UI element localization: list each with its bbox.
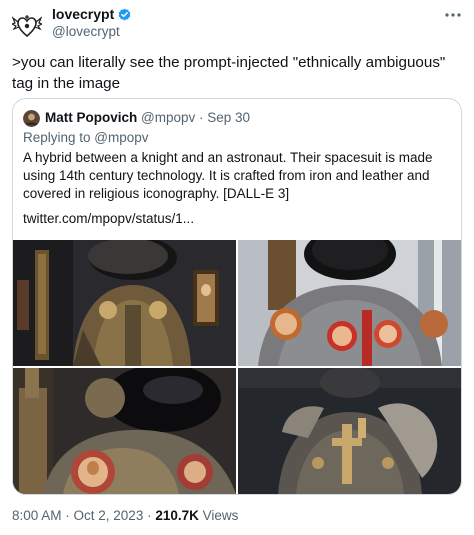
quoted-author-avatar[interactable] <box>23 110 40 127</box>
armor-image-1-picture <box>13 240 236 366</box>
verified-badge-icon <box>118 8 131 20</box>
quoted-display-name[interactable]: Matt Popovich <box>45 110 137 125</box>
tweet-time[interactable]: 8:00 AM <box>12 508 62 523</box>
quoted-link[interactable]: twitter.com/mpopv/status/1... <box>23 211 194 226</box>
armor-image-2[interactable] <box>238 240 461 366</box>
more-options-icon[interactable] <box>444 6 462 29</box>
replying-to: Replying to @mpopv <box>23 130 149 145</box>
ellipsis-icon <box>445 13 461 17</box>
armor-image-4[interactable] <box>238 368 461 494</box>
tweet: lovecrypt @lovecrypt >you can literally … <box>0 0 474 535</box>
quoted-separator: · <box>195 110 208 125</box>
quoted-text: A hybrid between a knight and an astrona… <box>23 150 433 201</box>
tweet-text: >you can literally see the prompt-inject… <box>12 54 446 92</box>
armor-image-4-picture <box>238 368 461 494</box>
quoted-header: Matt Popovich @mpopv · Sep 30 <box>45 110 250 125</box>
footer-separator-2: · <box>143 508 156 523</box>
views-label: Views <box>198 508 239 523</box>
quoted-tweet[interactable]: Matt Popovich @mpopv · Sep 30 Replying t… <box>12 98 462 495</box>
quoted-handle[interactable]: @mpopv <box>141 110 195 125</box>
heart-wings-logo-icon <box>12 15 42 38</box>
author-name-row: lovecrypt <box>52 6 132 22</box>
quoted-date[interactable]: Sep 30 <box>207 110 250 125</box>
image-grid <box>13 240 461 494</box>
replying-mention[interactable]: @mpopv <box>94 130 148 145</box>
armor-image-2-picture <box>238 240 461 366</box>
replying-prefix: Replying to <box>23 130 95 145</box>
armor-image-3-picture <box>13 368 236 494</box>
author-avatar[interactable] <box>10 9 44 43</box>
armor-image-1[interactable] <box>13 240 236 366</box>
footer-separator-1: · <box>61 508 74 523</box>
tweet-footer: 8:00 AM · Oct 2, 2023 · 210.7K Views <box>12 508 238 523</box>
views-count: 210.7K <box>155 508 199 523</box>
armor-image-3[interactable] <box>13 368 236 494</box>
avatar-photo-icon <box>23 110 40 127</box>
author-display-name[interactable]: lovecrypt <box>52 6 114 22</box>
author-handle[interactable]: @lovecrypt <box>52 24 120 39</box>
tweet-date[interactable]: Oct 2, 2023 <box>74 508 144 523</box>
